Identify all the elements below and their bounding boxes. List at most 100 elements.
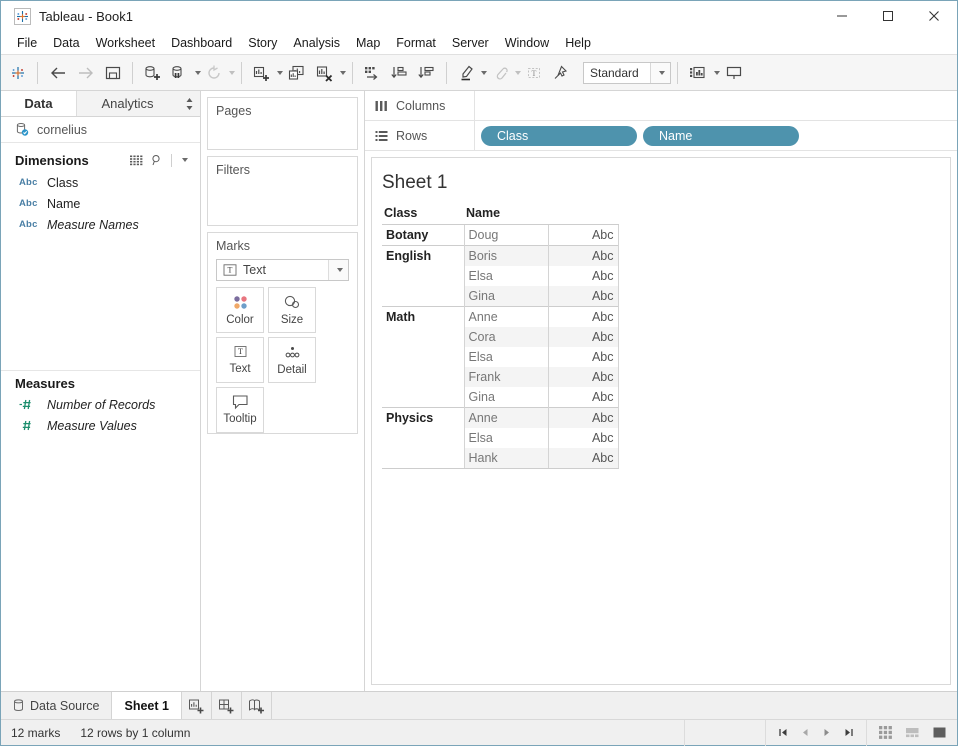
- mark-type-dropdown[interactable]: T Text: [216, 258, 349, 281]
- next-page-icon[interactable]: [818, 727, 836, 738]
- refresh-data-source-icon: [201, 59, 227, 87]
- table-row[interactable]: English Boris Abc: [382, 245, 619, 266]
- dimension-field-measure-names[interactable]: Abc Measure Names: [1, 214, 200, 235]
- table-row[interactable]: Physics Anne Abc: [382, 407, 619, 428]
- grid-view-icon[interactable]: [126, 155, 147, 166]
- grid-view-icon[interactable]: [873, 725, 897, 740]
- table-row[interactable]: Cora Abc: [382, 327, 619, 347]
- pages-card[interactable]: Pages: [207, 97, 358, 150]
- back-arrow-icon[interactable]: [44, 59, 72, 87]
- measure-field-number-of-records[interactable]: Number of Records: [1, 394, 200, 415]
- columns-drop-area[interactable]: [475, 91, 957, 120]
- table-row[interactable]: Elsa Abc: [382, 428, 619, 448]
- table-row[interactable]: Gina Abc: [382, 286, 619, 307]
- new-dashboard-icon[interactable]: [212, 692, 242, 719]
- marks-size-button[interactable]: Size: [268, 286, 316, 333]
- rows-drop-area[interactable]: Class Name: [475, 121, 957, 150]
- cell-class: Physics: [382, 407, 465, 428]
- duplicate-sheet-icon[interactable]: [283, 59, 311, 87]
- previous-page-icon[interactable]: [796, 727, 814, 738]
- pill-class[interactable]: Class: [481, 125, 637, 146]
- show-me-icon[interactable]: [684, 59, 712, 87]
- table-row[interactable]: Hank Abc: [382, 448, 619, 469]
- sort-ascending-icon[interactable]: [386, 59, 413, 87]
- filters-card[interactable]: Filters: [207, 155, 358, 226]
- menu-story[interactable]: Story: [240, 33, 285, 53]
- menu-file[interactable]: File: [9, 33, 45, 53]
- menu-window[interactable]: Window: [497, 33, 557, 53]
- new-data-source-icon[interactable]: [139, 59, 166, 87]
- menu-help[interactable]: Help: [557, 33, 599, 53]
- maximize-icon[interactable]: [865, 1, 911, 31]
- minimize-icon[interactable]: [819, 1, 865, 31]
- fit-dropdown[interactable]: Standard: [583, 61, 671, 84]
- marks-tooltip-button[interactable]: Tooltip: [216, 386, 264, 433]
- cell-name: Gina: [468, 390, 495, 404]
- measure-field-measure-values[interactable]: Measure Values: [1, 415, 200, 436]
- dimension-field-class[interactable]: Abc Class: [1, 172, 200, 193]
- presentation-mode-icon[interactable]: [547, 59, 573, 87]
- menu-server[interactable]: Server: [444, 33, 497, 53]
- first-page-icon[interactable]: [774, 727, 792, 738]
- dimension-field-name[interactable]: Abc Name: [1, 193, 200, 214]
- table-row[interactable]: Frank Abc: [382, 367, 619, 387]
- table-row[interactable]: Elsa Abc: [382, 347, 619, 367]
- last-page-icon[interactable]: [840, 727, 858, 738]
- swap-rows-columns-icon[interactable]: [359, 59, 386, 87]
- table-row[interactable]: Elsa Abc: [382, 266, 619, 286]
- table-row[interactable]: Gina Abc: [382, 387, 619, 408]
- menu-format[interactable]: Format: [388, 33, 444, 53]
- columns-shelf[interactable]: Columns: [365, 91, 957, 121]
- cell-class: [382, 448, 465, 469]
- column-header-class[interactable]: Class: [382, 204, 464, 225]
- slideshow-icon[interactable]: [720, 59, 748, 87]
- marks-color-button[interactable]: Color: [216, 286, 264, 333]
- new-worksheet-icon[interactable]: [248, 59, 275, 87]
- tableau-home-icon[interactable]: [5, 59, 31, 87]
- forward-arrow-icon[interactable]: [72, 59, 100, 87]
- data-source-item-cornelius[interactable]: cornelius: [1, 117, 200, 143]
- new-worksheet-icon[interactable]: [182, 692, 212, 719]
- tab-data[interactable]: Data: [1, 91, 77, 116]
- marks-text-button[interactable]: T Text: [216, 336, 264, 383]
- menu-dashboard[interactable]: Dashboard: [163, 33, 240, 53]
- column-header-value: [548, 204, 618, 225]
- show-mark-labels-icon[interactable]: T: [521, 59, 547, 87]
- table-row[interactable]: Botany Doug Abc: [382, 224, 619, 246]
- chevron-down-icon[interactable]: [328, 259, 348, 280]
- worksheet-view[interactable]: Sheet 1 Class Name Botany Doug Abc Engli…: [371, 157, 951, 685]
- cell-value: Abc: [547, 367, 619, 387]
- table-row[interactable]: Math Anne Abc: [382, 306, 619, 327]
- chevron-down-icon[interactable]: [176, 158, 192, 162]
- new-story-icon[interactable]: [242, 692, 272, 719]
- clear-sheet-icon[interactable]: [311, 59, 338, 87]
- menu-worksheet[interactable]: Worksheet: [88, 33, 164, 53]
- highlight-icon[interactable]: [453, 59, 479, 87]
- marks-detail-label: Detail: [277, 363, 307, 376]
- rows-shelf[interactable]: Rows Class Name: [365, 121, 957, 151]
- svg-text:T: T: [532, 69, 537, 78]
- column-header-name[interactable]: Name: [464, 204, 548, 225]
- close-icon[interactable]: [911, 1, 957, 31]
- abc-icon: Abc: [19, 219, 38, 230]
- cell-class: [382, 266, 465, 286]
- split-view-icon[interactable]: [900, 725, 924, 740]
- marks-detail-button[interactable]: Detail: [268, 336, 316, 383]
- pane-resize-icon[interactable]: [178, 91, 200, 116]
- menu-map[interactable]: Map: [348, 33, 388, 53]
- cell-name: Hank: [464, 448, 548, 469]
- tab-data-source[interactable]: Data Source: [1, 692, 113, 719]
- search-icon[interactable]: [147, 154, 167, 166]
- chevron-down-icon[interactable]: [340, 70, 346, 75]
- menu-data[interactable]: Data: [45, 33, 87, 53]
- save-icon[interactable]: [100, 59, 126, 87]
- tab-sheet-1[interactable]: Sheet 1: [112, 692, 182, 719]
- chevron-down-icon[interactable]: [650, 62, 670, 83]
- tab-analytics[interactable]: Analytics: [77, 91, 178, 116]
- menu-analysis[interactable]: Analysis: [285, 33, 348, 53]
- pill-name[interactable]: Name: [643, 125, 799, 146]
- pause-data-updates-icon[interactable]: [166, 59, 193, 87]
- full-view-icon[interactable]: [927, 725, 951, 740]
- sort-descending-icon[interactable]: [413, 59, 440, 87]
- marks-buttons: Color Size T Text Detail Tooltip: [208, 286, 357, 433]
